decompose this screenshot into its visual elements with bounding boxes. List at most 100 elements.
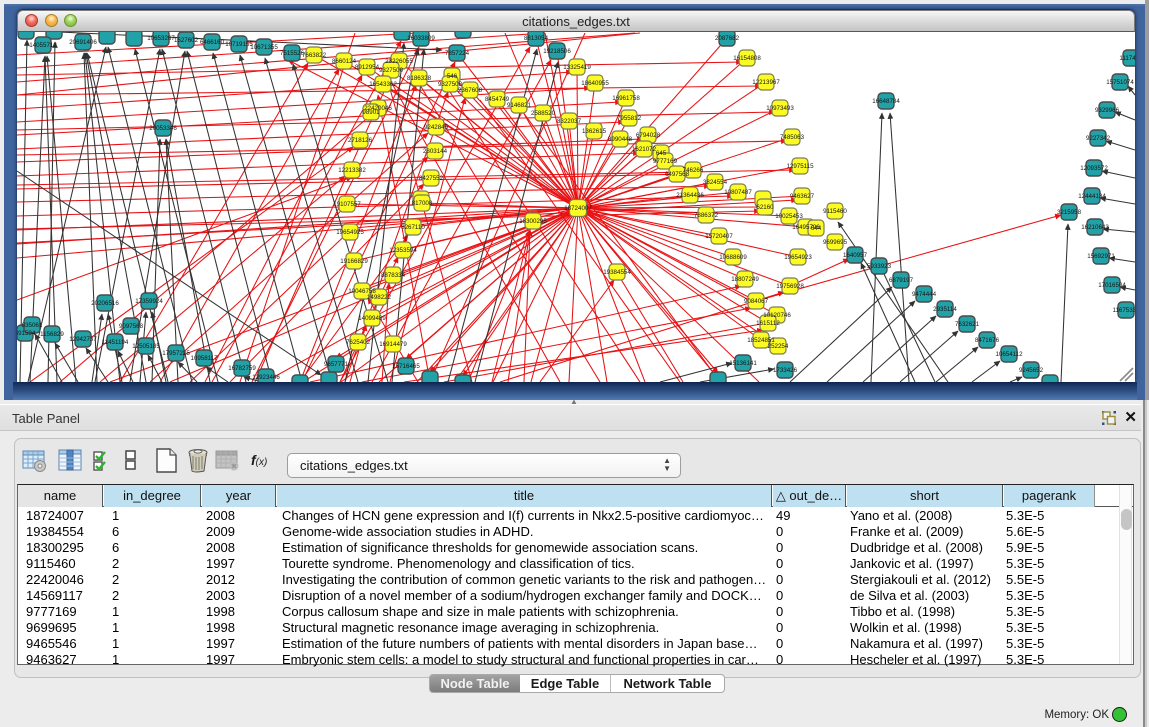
svg-text:9245652: 9245652 bbox=[1019, 367, 1044, 374]
svg-text:9327500: 9327500 bbox=[379, 67, 404, 74]
svg-text:20053346: 20053346 bbox=[149, 125, 177, 132]
svg-text:1733426: 1733426 bbox=[773, 367, 798, 374]
svg-text:15716465: 15716465 bbox=[392, 363, 420, 370]
svg-text:8813054: 8813054 bbox=[524, 35, 549, 42]
svg-text:8267110: 8267110 bbox=[401, 224, 425, 231]
svg-text:7663822: 7663822 bbox=[302, 52, 327, 59]
svg-text:16961758: 16961758 bbox=[612, 95, 640, 102]
svg-text:10807487: 10807487 bbox=[724, 189, 752, 196]
svg-text:16210643: 16210643 bbox=[1081, 224, 1109, 231]
svg-text:9097568: 9097568 bbox=[119, 323, 144, 330]
svg-text:2935114: 2935114 bbox=[933, 306, 957, 313]
svg-text:62160: 62160 bbox=[756, 204, 774, 211]
svg-text:16033809: 16033809 bbox=[407, 35, 435, 42]
svg-text:12213382: 12213382 bbox=[338, 167, 366, 174]
svg-text:7485063: 7485063 bbox=[780, 134, 805, 141]
svg-text:16154808: 16154808 bbox=[733, 55, 761, 62]
svg-text:8878334: 8878334 bbox=[381, 272, 406, 279]
svg-text:8660124: 8660124 bbox=[332, 58, 357, 65]
svg-text:9227342: 9227342 bbox=[1086, 135, 1111, 142]
svg-text:252254: 252254 bbox=[768, 343, 789, 350]
svg-text:21364436: 21364436 bbox=[676, 192, 704, 199]
svg-text:6497568: 6497568 bbox=[665, 171, 690, 178]
svg-text:10120746: 10120746 bbox=[763, 312, 791, 319]
svg-text:10025453: 10025453 bbox=[775, 213, 803, 220]
svg-text:19654923: 19654923 bbox=[784, 254, 812, 261]
svg-text:14099489: 14099489 bbox=[358, 315, 386, 322]
svg-text:20691406: 20691406 bbox=[69, 39, 97, 46]
svg-text:645: 645 bbox=[656, 150, 667, 157]
svg-text:2367608: 2367608 bbox=[458, 87, 483, 94]
svg-text:16914479: 16914479 bbox=[379, 341, 407, 348]
svg-text:16782759: 16782759 bbox=[228, 365, 256, 372]
svg-text:15720407: 15720407 bbox=[705, 233, 733, 240]
svg-text:23226055: 23226055 bbox=[385, 58, 413, 65]
svg-text:19218506: 19218506 bbox=[543, 48, 571, 55]
svg-text:17359924: 17359924 bbox=[135, 298, 163, 305]
svg-text:12444134: 12444134 bbox=[1078, 193, 1106, 200]
svg-text:7857224: 7857224 bbox=[445, 50, 470, 57]
svg-text:10653267: 10653267 bbox=[147, 35, 175, 42]
svg-text:12093572: 12093572 bbox=[1080, 165, 1108, 172]
svg-text:7632621: 7632621 bbox=[955, 321, 980, 328]
svg-text:1498222: 1498222 bbox=[367, 294, 392, 301]
svg-text:19654925: 19654925 bbox=[336, 229, 364, 236]
svg-text:19107557: 19107557 bbox=[333, 201, 361, 208]
svg-text:9777169: 9777169 bbox=[653, 158, 678, 165]
svg-text:2087682: 2087682 bbox=[715, 35, 740, 42]
svg-text:9115460: 9115460 bbox=[823, 208, 847, 215]
svg-text:7515526: 7515526 bbox=[280, 50, 305, 57]
svg-text:817008: 817008 bbox=[412, 200, 433, 207]
svg-text:18300295: 18300295 bbox=[519, 218, 547, 225]
svg-text:17016504: 17016504 bbox=[1098, 282, 1126, 289]
svg-text:8990448: 8990448 bbox=[608, 136, 633, 143]
svg-text:9474444: 9474444 bbox=[912, 291, 937, 298]
svg-text:12975115: 12975115 bbox=[786, 163, 814, 170]
svg-text:9463627: 9463627 bbox=[790, 193, 815, 200]
svg-text:2588520: 2588520 bbox=[531, 110, 556, 117]
svg-text:10654112: 10654112 bbox=[995, 351, 1023, 358]
svg-text:19384554: 19384554 bbox=[603, 269, 631, 276]
svg-text:98901: 98901 bbox=[362, 109, 380, 116]
svg-text:15751074: 15751074 bbox=[1106, 79, 1134, 86]
svg-text:10973493: 10973493 bbox=[766, 105, 794, 112]
svg-text:1640957: 1640957 bbox=[843, 252, 868, 259]
svg-text:19166829: 19166829 bbox=[340, 258, 368, 265]
svg-text:1621072: 1621072 bbox=[632, 146, 657, 153]
svg-text:5933923: 5933923 bbox=[867, 263, 892, 270]
svg-text:10671355: 10671355 bbox=[250, 44, 278, 51]
svg-text:6794028: 6794028 bbox=[636, 132, 661, 139]
svg-text:8186328: 8186328 bbox=[407, 75, 432, 82]
svg-text:18640955: 18640955 bbox=[581, 80, 609, 87]
svg-text:9146821: 9146821 bbox=[507, 102, 532, 109]
svg-text:17957225: 17957225 bbox=[162, 350, 190, 357]
svg-text:13325419: 13325419 bbox=[563, 64, 591, 71]
svg-text:1527602: 1527602 bbox=[174, 37, 199, 44]
svg-text:7955812: 7955812 bbox=[617, 115, 642, 122]
svg-text:12505185: 12505185 bbox=[132, 343, 160, 350]
svg-text:11451194: 11451194 bbox=[102, 339, 129, 346]
svg-text:391594: 391594 bbox=[17, 330, 36, 337]
svg-text:20206516: 20206516 bbox=[91, 300, 119, 307]
svg-text:9657771: 9657771 bbox=[324, 361, 349, 368]
svg-text:10719155: 10719155 bbox=[225, 41, 253, 48]
svg-text:11675334: 11675334 bbox=[1112, 307, 1135, 314]
svg-text:1117421: 1117421 bbox=[1119, 55, 1135, 62]
svg-text:6466160: 6466160 bbox=[200, 39, 225, 46]
svg-text:16648784: 16648784 bbox=[872, 98, 900, 105]
svg-text:16543362: 16543362 bbox=[369, 81, 397, 88]
svg-text:8471676: 8471676 bbox=[975, 337, 1000, 344]
svg-text:12923446: 12923446 bbox=[252, 374, 280, 381]
svg-text:15136141: 15136141 bbox=[729, 360, 757, 367]
svg-text:8454749: 8454749 bbox=[485, 96, 510, 103]
svg-text:6879197: 6879197 bbox=[889, 277, 914, 284]
svg-text:18724007: 18724007 bbox=[564, 205, 592, 212]
svg-text:12942737: 12942737 bbox=[69, 336, 97, 343]
svg-text:546: 546 bbox=[447, 73, 458, 80]
svg-text:1362615: 1362615 bbox=[582, 128, 607, 135]
svg-text:12353594: 12353594 bbox=[389, 247, 417, 254]
svg-text:3215958: 3215958 bbox=[1057, 209, 1082, 216]
svg-text:10958117: 10958117 bbox=[190, 355, 218, 362]
svg-text:1156829: 1156829 bbox=[40, 331, 64, 338]
svg-text:10688609: 10688609 bbox=[719, 254, 747, 261]
